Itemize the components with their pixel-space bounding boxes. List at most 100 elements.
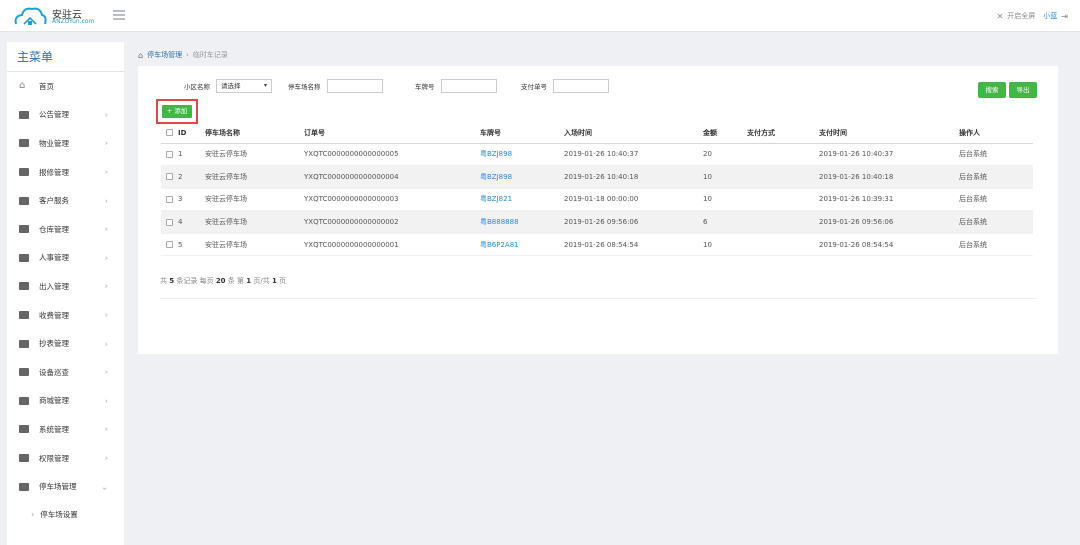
chevron-right-icon: › [31,510,35,520]
sidebar-item[interactable]: 仓库管理 › [7,215,124,244]
sidebar-item[interactable]: 人事管理 › [7,244,124,273]
main-panel: 小区名称 请选择 ▾ 停车场名称 车牌号 支付单号 搜索 导出 + 添加 ID … [138,66,1058,354]
pager-current: 1 [246,277,252,285]
plate-input[interactable] [440,79,497,93]
cell-operator: 后台系统 [959,210,1033,234]
sidebar-item[interactable]: 报修管理 › [7,158,124,187]
add-button[interactable]: + 添加 [162,105,192,118]
fullscreen-icon[interactable]: ✕ [997,12,1004,21]
cell-order-no: YXQTC0000000000000001 [304,233,480,257]
export-button[interactable]: 导出 [1009,82,1037,98]
table-row[interactable]: 5 安驻云停车场 YXQTC0000000000000001 粤B6P2A81 2019… [161,233,1033,257]
sidebar-item[interactable]: 公告管理 › [7,101,124,130]
sidebar-item-label: 物业管理 [39,138,69,148]
logo[interactable]: 安驻云 ANZOYun.com [12,4,102,28]
cell-plate[interactable]: 粤BZJ898 [480,143,564,167]
sidebar-item[interactable]: 权限管理 › [7,444,124,473]
cell-entry-time: 2019-01-26 09:56:06 [564,210,703,234]
cell-id: 1 [178,143,205,167]
sidebar-item[interactable]: 物业管理 › [7,129,124,158]
folder-icon [19,225,29,234]
cell-plate[interactable]: 粤BZJ898 [480,165,564,189]
sidebar-item[interactable]: 收费管理 › [7,301,124,330]
records-table: ID 停车场名称 订单号 车牌号 入场时间 金额 支付方式 支付时间 操作人 1… [161,123,1033,257]
chevron-right-icon: › [104,281,108,291]
folder-icon [19,282,29,291]
folder-icon [19,196,29,205]
table-row[interactable]: 1 安驻云停车场 YXQTC0000000000000005 粤BZJ898 2019-… [161,143,1033,167]
folder-icon [19,110,29,119]
row-checkbox[interactable] [166,195,173,203]
add-highlight-box: + 添加 [156,99,198,124]
cell-id: 5 [178,233,205,257]
menu-toggle-icon[interactable] [113,10,125,20]
chevron-right-icon: › [104,253,108,263]
cell-plate[interactable]: 粤BZJ821 [480,188,564,212]
top-bar: 安驻云 ANZOYun.com ✕ 开启全屏 小蓝 ⇥ [0,0,1080,32]
cell-plate[interactable]: 粤B888888 [480,210,564,234]
home-icon: ⌂ [19,80,26,92]
sidebar: 主菜单 ⌂ 首页 公告管理 › 物业管理 › 报修管理 › 客户服务 › 仓库管理 › 人事管理 › 出入管… [7,42,124,545]
row-checkbox[interactable] [166,173,173,181]
parking-name-input[interactable] [326,79,383,93]
chevron-right-icon: › [104,367,108,377]
sidebar-item-label: 人事管理 [39,253,69,263]
parking-label: 停车场名称 [288,83,321,91]
sidebar-item-label: 报修管理 [39,167,69,177]
filter-parking: 停车场名称 [288,79,383,93]
cell-operator: 后台系统 [959,188,1033,212]
sidebar-item[interactable]: ⌂ 首页 [7,72,124,101]
row-checkbox[interactable] [166,241,173,249]
cell-pay-time: 2019-01-26 08:54:54 [819,233,959,257]
chevron-right-icon: › [104,196,108,206]
user-name[interactable]: 小蓝 [1043,11,1057,21]
breadcrumb-parking[interactable]: 停车场管理 [147,50,182,60]
community-select[interactable]: 请选择 ▾ [216,79,272,93]
sidebar-item-label: 公告管理 [39,110,69,120]
chevron-right-icon: › [104,138,108,148]
home-icon[interactable]: ⌂ [138,51,143,60]
folder-icon [19,482,29,491]
folder-icon [19,454,29,463]
row-checkbox-cell [161,233,178,257]
table-header-row: ID 停车场名称 订单号 车牌号 入场时间 金额 支付方式 支付时间 操作人 [161,123,1033,144]
sidebar-item-label: 首页 [39,81,54,91]
sidebar-item[interactable]: 抄表管理 › [7,329,124,358]
select-all-checkbox[interactable] [166,129,173,137]
cell-pay-time: 2019-01-26 10:40:37 [819,143,959,167]
sidebar-item-label: 客户服务 [39,196,69,206]
cell-id: 4 [178,210,205,234]
row-checkbox[interactable] [166,218,173,226]
cell-entry-time: 2019-01-18 00:00:00 [564,188,703,212]
cell-amount: 6 [703,210,747,234]
fullscreen-button[interactable]: 开启全屏 [1007,11,1035,21]
table-row[interactable]: 3 安驻云停车场 YXQTC0000000000000003 粤BZJ821 2019-… [161,188,1033,212]
sidebar-item[interactable]: 商城管理 › [7,387,124,416]
community-label: 小区名称 [184,83,210,91]
folder-icon [19,396,29,405]
sidebar-subitem-parking-settings[interactable]: › 停车场设置 [7,501,124,529]
chevron-right-icon: › [104,167,108,177]
row-checkbox[interactable] [166,150,173,158]
sidebar-item[interactable]: 停车场管理 ⌄ [7,472,124,501]
sidebar-item[interactable]: 系统管理 › [7,415,124,444]
header-pay-method: 支付方式 [747,123,819,144]
sidebar-item-label: 系统管理 [39,424,69,434]
cell-order-no: YXQTC0000000000000005 [304,143,480,167]
chevron-down-icon: ⌄ [101,482,108,492]
chevron-right-icon: › [104,453,108,463]
cell-plate[interactable]: 粤B6P2A81 [480,233,564,257]
folder-icon [19,253,29,262]
sidebar-item[interactable]: 客户服务 › [7,186,124,215]
cell-pay-method [747,165,819,189]
table-row[interactable]: 2 安驻云停车场 YXQTC0000000000000004 粤BZJ898 2019-… [161,165,1033,189]
sidebar-item[interactable]: 出入管理 › [7,272,124,301]
logout-icon[interactable]: ⇥ [1061,12,1068,21]
cell-pay-method [747,143,819,167]
chevron-right-icon: › [104,396,108,406]
sidebar-item-label: 商城管理 [39,396,69,406]
payno-input[interactable] [553,79,609,93]
table-row[interactable]: 4 安驻云停车场 YXQTC0000000000000002 粤B888888 2019… [161,210,1033,234]
search-button[interactable]: 搜索 [978,82,1006,98]
sidebar-item[interactable]: 设备巡查 › [7,358,124,387]
